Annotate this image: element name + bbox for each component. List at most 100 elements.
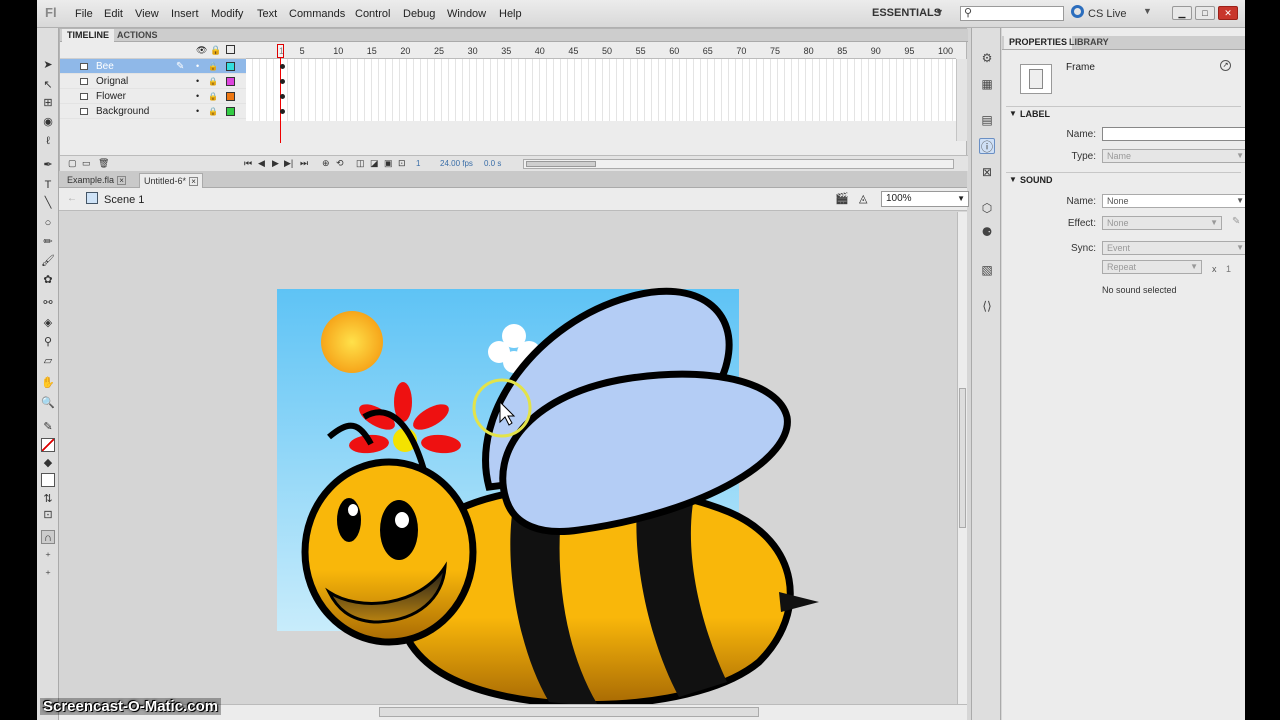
workspace-switcher[interactable]: ESSENTIALS — [872, 7, 941, 19]
fill-swatch[interactable] — [41, 473, 55, 487]
keyframe[interactable] — [280, 79, 285, 84]
edit-scene-icon[interactable]: 🎬 — [835, 192, 849, 205]
chevron-down-icon[interactable]: ▼ — [935, 7, 944, 17]
repeat-count[interactable]: 1 — [1226, 264, 1231, 274]
visibility-dot[interactable]: • — [196, 74, 199, 89]
close-icon[interactable]: × — [189, 177, 199, 186]
deco-tool-icon[interactable]: ✿ — [41, 273, 55, 287]
back-arrow-icon[interactable]: ← — [67, 193, 77, 204]
oval-tool-icon[interactable]: ○ — [41, 216, 55, 230]
edit-sound-envelope-icon[interactable]: ✎ — [1232, 216, 1240, 227]
repeat-select[interactable]: Repeat ▼ — [1102, 260, 1202, 274]
help-icon[interactable]: ↗ — [1220, 60, 1231, 71]
info-icon[interactable]: ⓘ — [979, 138, 995, 154]
keyframe[interactable] — [280, 109, 285, 114]
transform-icon[interactable]: ⊠ — [979, 164, 995, 180]
visibility-dot[interactable]: • — [196, 59, 199, 74]
menu-control[interactable]: Control — [355, 8, 390, 20]
onion-markers-icon[interactable]: ⊡ — [398, 158, 406, 169]
components-icon[interactable]: ⬡ — [979, 200, 995, 216]
menu-window[interactable]: Window — [447, 8, 486, 20]
sound-name-select[interactable]: None ▼ — [1102, 194, 1245, 208]
line-tool-icon[interactable]: ╲ — [41, 196, 55, 210]
free-transform-tool-icon[interactable]: ⊞ — [41, 96, 55, 110]
close-icon[interactable]: × — [117, 176, 127, 185]
outline-color-swatch[interactable] — [226, 92, 235, 101]
stroke-swatch[interactable] — [41, 438, 55, 452]
close-button[interactable]: ✕ — [1218, 6, 1238, 20]
hand-tool-icon[interactable]: ✋ — [41, 376, 55, 390]
step-forward-icon[interactable]: ▶| — [284, 158, 293, 169]
grid-icon[interactable]: ▦ — [979, 76, 995, 92]
menu-commands[interactable]: Commands — [289, 8, 345, 20]
layer-name[interactable]: Bee — [96, 59, 114, 74]
layer-row[interactable]: Orignal • 🔒 — [60, 74, 246, 89]
step-back-icon[interactable]: ◀ — [258, 158, 265, 169]
layer-row[interactable]: Bee ✎ • 🔒 — [60, 59, 246, 74]
frame-ruler[interactable]: 1 5 10 15 20 25 30 35 40 45 50 55 60 65 70 75 80 85 90 95 10… — [246, 43, 987, 59]
onion-outline-icon[interactable]: ◪ — [370, 158, 379, 169]
menu-edit[interactable]: Edit — [104, 8, 123, 20]
center-frame-icon[interactable]: ⊕ — [322, 158, 330, 169]
lock-icon[interactable]: 🔒 — [208, 104, 218, 119]
sound-section[interactable]: ▼ SOUND — [1006, 172, 1241, 186]
stage-vertical-scrollbar[interactable] — [957, 212, 967, 704]
stage-canvas[interactable] — [59, 212, 957, 704]
text-tool-icon[interactable]: T — [41, 178, 55, 192]
outline-color-swatch[interactable] — [226, 77, 235, 86]
frame-rate[interactable]: 24.00 fps — [440, 159, 473, 168]
tab-properties[interactable]: PROPERTIES — [1004, 36, 1073, 49]
layer-name[interactable]: Background — [96, 104, 149, 119]
menu-view[interactable]: View — [135, 8, 159, 20]
help-search-input[interactable]: ⚲ — [960, 6, 1064, 21]
menu-help[interactable]: Help — [499, 8, 522, 20]
lock-icon[interactable]: 🔒 — [210, 45, 221, 55]
tab-actions[interactable]: ACTIONS — [112, 29, 163, 42]
keyframe[interactable] — [280, 64, 285, 69]
eyedropper-tool-icon[interactable]: ⚲ — [41, 335, 55, 349]
tab-timeline[interactable]: TIMELINE — [62, 29, 114, 42]
play-icon[interactable]: ▶ — [272, 158, 279, 169]
timeline-horizontal-scrollbar[interactable] — [523, 159, 954, 169]
3d-rotation-tool-icon[interactable]: ◉ — [41, 115, 55, 129]
bone-tool-icon[interactable]: ⚯ — [41, 296, 55, 310]
outline-color-swatch[interactable] — [226, 62, 235, 71]
first-frame-icon[interactable]: ⏮ — [244, 158, 252, 169]
subselection-tool-icon[interactable]: ↖ — [41, 78, 55, 92]
menu-file[interactable]: File — [75, 8, 93, 20]
default-colors-icon[interactable]: ⊡ — [41, 508, 55, 522]
visibility-dot[interactable]: • — [196, 104, 199, 119]
new-layer-icon[interactable]: ▢ — [68, 158, 77, 169]
frames-grid[interactable] — [246, 59, 956, 121]
keyframe[interactable] — [280, 94, 285, 99]
brush-tool-icon[interactable]: 🖌 — [41, 254, 55, 268]
pen-tool-icon[interactable]: ✒ — [41, 158, 55, 172]
new-folder-icon[interactable]: ▭ — [82, 158, 91, 169]
straighten-icon[interactable]: ⁺ — [41, 568, 55, 582]
pencil-tool-icon[interactable]: ✏ — [41, 235, 55, 249]
effect-select[interactable]: None ▼ — [1102, 216, 1222, 230]
menu-modify[interactable]: Modify — [211, 8, 243, 20]
last-frame-icon[interactable]: ⏭ — [300, 158, 308, 169]
onion-skin-icon[interactable]: ◫ — [356, 158, 365, 169]
lasso-tool-icon[interactable]: ℓ — [41, 134, 55, 148]
snap-to-objects-icon[interactable]: ∩ — [41, 530, 55, 544]
layer-name[interactable]: Orignal — [96, 74, 128, 89]
outline-icon[interactable] — [226, 45, 235, 54]
maximize-button[interactable]: □ — [1195, 6, 1215, 20]
lock-icon[interactable]: 🔒 — [208, 59, 218, 74]
smooth-icon[interactable]: ⁺ — [41, 550, 55, 564]
scene-breadcrumb[interactable]: Scene 1 — [104, 194, 144, 206]
color-icon[interactable]: ⚈ — [979, 224, 995, 240]
menu-text[interactable]: Text — [257, 8, 277, 20]
timeline-vertical-scrollbar[interactable] — [956, 59, 967, 141]
doc-tab-example[interactable]: Example.fla × — [63, 173, 130, 188]
edit-symbols-icon[interactable]: ◬ — [859, 192, 867, 205]
stroke-color-icon[interactable]: ✎ — [41, 420, 55, 434]
eraser-tool-icon[interactable]: ▱ — [41, 354, 55, 368]
loop-icon[interactable]: ⟲ — [336, 158, 344, 169]
layer-row[interactable]: Flower • 🔒 — [60, 89, 246, 104]
chevron-down-icon[interactable]: ▼ — [1143, 6, 1152, 16]
stage-area[interactable] — [59, 212, 957, 704]
tab-library[interactable]: LIBRARY — [1064, 36, 1114, 49]
